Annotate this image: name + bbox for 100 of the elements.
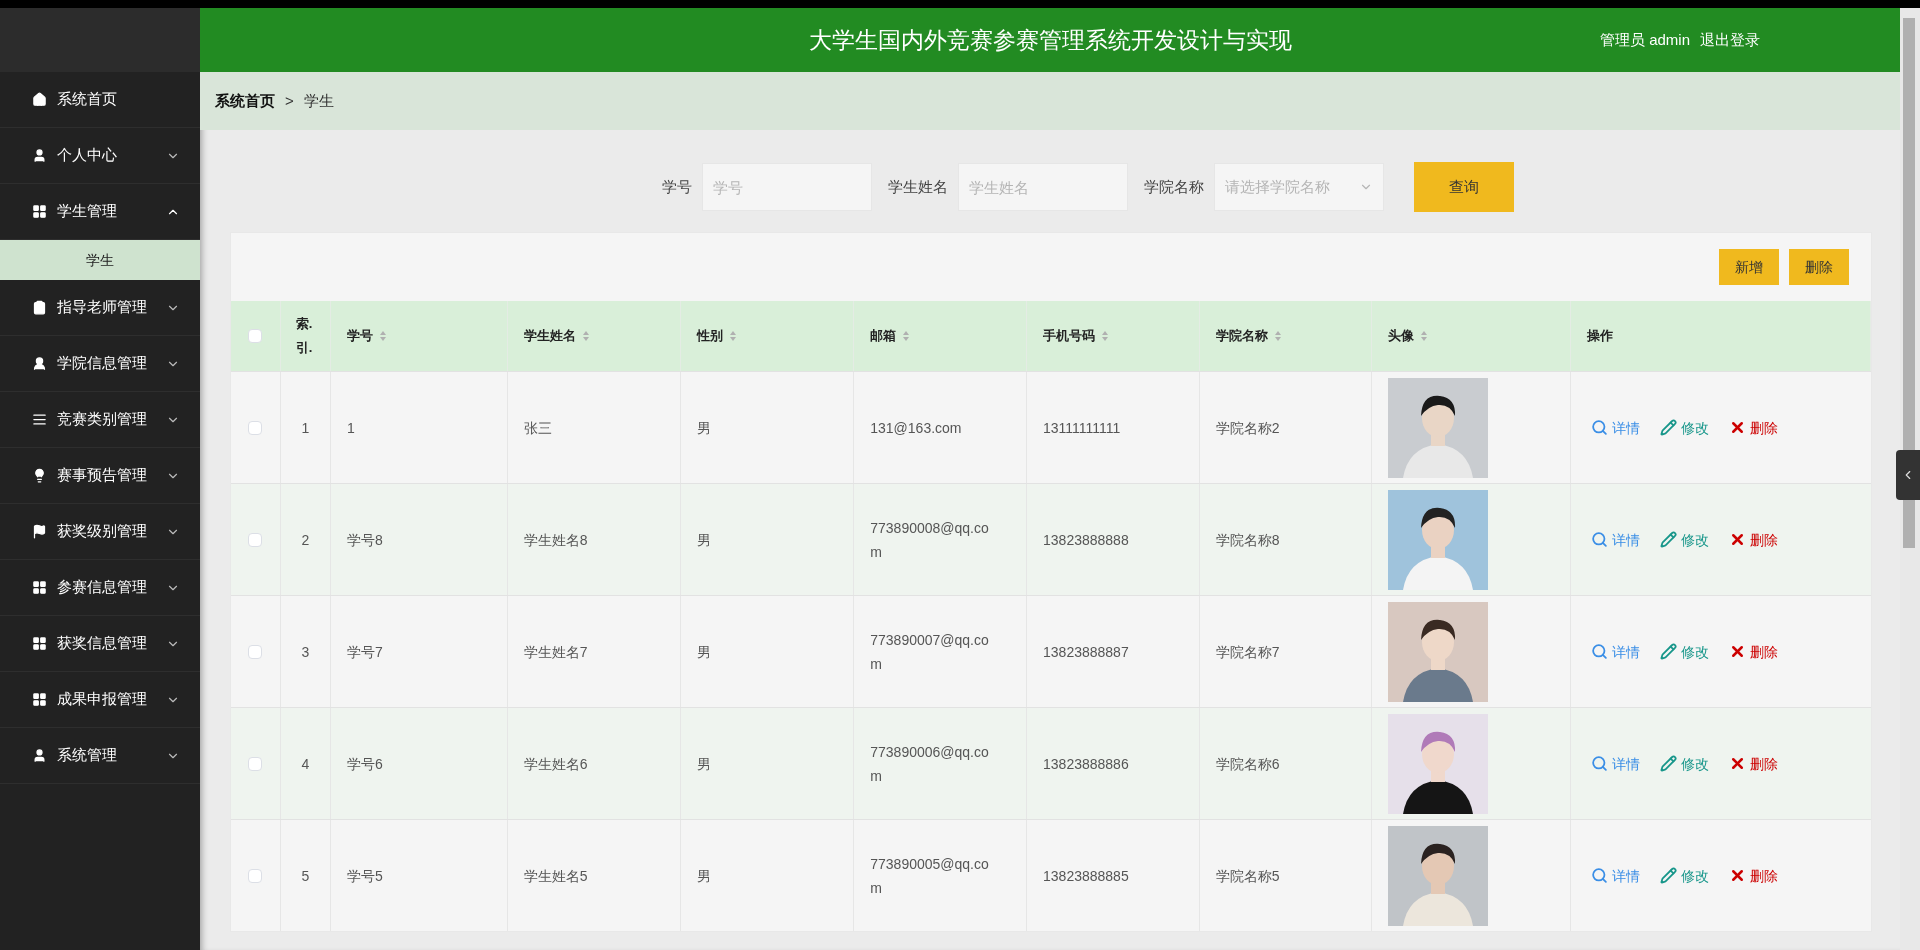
table-cell-text: 13823888887: [1043, 642, 1129, 662]
logout-link[interactable]: 退出登录: [1700, 28, 1760, 52]
toolbar-button[interactable]: 新增: [1719, 249, 1779, 285]
sort-icon[interactable]: [1273, 330, 1282, 342]
table-cell-text: 1: [346, 418, 355, 438]
search-field[interactable]: 学号: [702, 163, 872, 211]
sort-icon[interactable]: [729, 330, 738, 342]
column-header: 邮箱: [870, 327, 897, 346]
checkbox[interactable]: [248, 644, 263, 659]
collapse-button[interactable]: [1896, 450, 1920, 500]
table-cell-text: 1: [301, 418, 310, 438]
grid-icon: [32, 580, 47, 595]
sort-icon[interactable]: [902, 330, 911, 342]
table-cell-text: 学生姓名5: [523, 866, 588, 886]
table-cell-text: 773890008@qq.com: [870, 518, 990, 562]
table-cell-text: 13111111111: [1043, 418, 1121, 438]
table-cell-text: 773890007@qq.com: [870, 630, 990, 674]
table-cell-text: 张三: [523, 418, 552, 438]
edit-link[interactable]: 修改: [1660, 865, 1710, 886]
table-cell-text: 男: [697, 642, 712, 662]
user-icon: [32, 148, 47, 163]
user-icon: [32, 356, 47, 371]
home-icon: [32, 92, 47, 107]
search-icon: [1591, 755, 1609, 772]
table-cell-text: 学号7: [346, 642, 383, 662]
table-cell-text: 学院名称8: [1215, 530, 1280, 550]
pencil-icon: [1660, 867, 1678, 884]
pencil-icon: [1660, 531, 1678, 548]
list-icon: [32, 412, 47, 427]
pencil-icon: [1660, 643, 1678, 660]
edit-link[interactable]: 修改: [1660, 641, 1710, 662]
table-cell-text: 773890006@qq.com: [870, 742, 990, 786]
table-cell-text: 3: [301, 642, 310, 662]
table-cell-text: 学生姓名7: [523, 642, 588, 662]
search-icon: [1591, 419, 1609, 436]
checkbox[interactable]: [248, 756, 263, 771]
checkbox[interactable]: [248, 420, 263, 435]
scrollbar-thumb[interactable]: [1903, 18, 1915, 548]
column-header: 头像: [1387, 327, 1414, 346]
checkbox[interactable]: [248, 329, 263, 343]
sidebar-subitem[interactable]: 学生: [0, 240, 200, 280]
column-header: 操作: [1587, 327, 1614, 346]
query-button[interactable]: 查询: [1414, 162, 1514, 212]
table-cell-text: 男: [697, 754, 712, 774]
table-cell-text: 学生姓名8: [523, 530, 588, 550]
table-cell-text: 13823888886: [1043, 754, 1129, 774]
toolbar-button[interactable]: 删除: [1789, 249, 1849, 285]
pencil-icon: [1660, 755, 1678, 772]
edit-link[interactable]: 修改: [1660, 417, 1710, 438]
table-cell-text: 男: [697, 418, 712, 438]
table-cell-text: 学院名称5: [1215, 866, 1280, 886]
search-icon: [1591, 867, 1609, 884]
table-cell-text: 131@163.com: [870, 418, 963, 438]
checkbox[interactable]: [248, 868, 263, 883]
column-header: 学号: [346, 327, 373, 346]
column-header: 学院名称: [1215, 327, 1268, 346]
sort-icon[interactable]: [581, 330, 590, 342]
pencil-icon: [1660, 419, 1678, 436]
search-icon: [1591, 643, 1609, 660]
column-header: 性别: [697, 327, 724, 346]
breadcrumb-link[interactable]: 学生: [303, 89, 334, 113]
flag-icon: [32, 524, 47, 539]
table-cell-text: 学号5: [346, 866, 383, 886]
field-label: 学院名称: [1144, 176, 1204, 197]
grid-icon: [32, 636, 47, 651]
lightbulb-icon: [32, 468, 47, 483]
table-cell-text: 773890005@qq.com: [870, 854, 990, 898]
column-header: 索.引.: [295, 315, 314, 357]
table-cell-text: 13823888888: [1043, 530, 1129, 550]
table-cell-text: 学院名称6: [1215, 754, 1280, 774]
breadcrumb-link[interactable]: 系统首页: [215, 89, 275, 113]
table-cell-text: 13823888885: [1043, 866, 1129, 886]
table-cell-text: 男: [697, 866, 712, 886]
table-cell-text: 4: [301, 754, 310, 774]
delete-link[interactable]: 删除: [1729, 529, 1779, 550]
sort-icon[interactable]: [378, 330, 387, 342]
delete-link[interactable]: 删除: [1729, 417, 1779, 438]
delete-link[interactable]: 删除: [1729, 753, 1779, 774]
search-field[interactable]: 学生姓名: [958, 163, 1128, 211]
field-label: 学生姓名: [888, 176, 948, 197]
column-header: 手机号码: [1043, 327, 1096, 346]
field-label: 学号: [662, 176, 692, 197]
user-label: 管理员 admin: [1599, 29, 1690, 50]
clipboard-icon: [32, 300, 47, 315]
search-icon: [1591, 531, 1609, 548]
grid-icon: [32, 204, 47, 219]
user-icon: [32, 748, 47, 763]
table-cell-text: 5: [301, 866, 310, 886]
table-cell-text: 学院名称2: [1215, 418, 1280, 438]
table-cell-text: 2: [301, 530, 310, 550]
grid-icon: [32, 692, 47, 707]
delete-link[interactable]: 删除: [1729, 865, 1779, 886]
delete-link[interactable]: 删除: [1729, 641, 1779, 662]
app-title: 大学生国内外竞赛参赛管理系统开发设计与实现: [808, 25, 1292, 55]
checkbox[interactable]: [248, 532, 263, 547]
table-cell-text: 学生姓名6: [523, 754, 588, 774]
sort-icon[interactable]: [1101, 330, 1110, 342]
column-header: 学生姓名: [523, 327, 576, 346]
table-cell-text: 学号8: [346, 530, 383, 550]
sort-icon[interactable]: [1419, 330, 1428, 342]
